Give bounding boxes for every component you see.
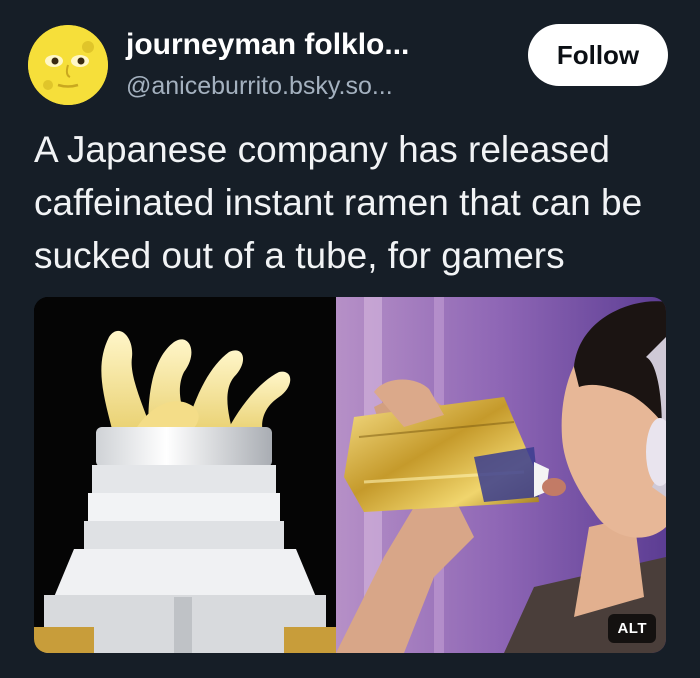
full-moon-face-icon	[28, 25, 108, 105]
display-name[interactable]: journeyman folklo...	[126, 28, 409, 62]
alt-text-badge[interactable]: ALT	[608, 614, 656, 643]
post-text: A Japanese company has released caffeina…	[34, 129, 643, 276]
person-drinking-photo	[336, 297, 666, 653]
post-image[interactable]: ALT	[34, 297, 666, 653]
follow-button[interactable]: Follow	[528, 24, 668, 86]
user-handle[interactable]: @aniceburrito.bsky.so...	[126, 72, 393, 101]
ramen-tube-photo	[34, 297, 336, 653]
avatar[interactable]	[28, 25, 108, 105]
